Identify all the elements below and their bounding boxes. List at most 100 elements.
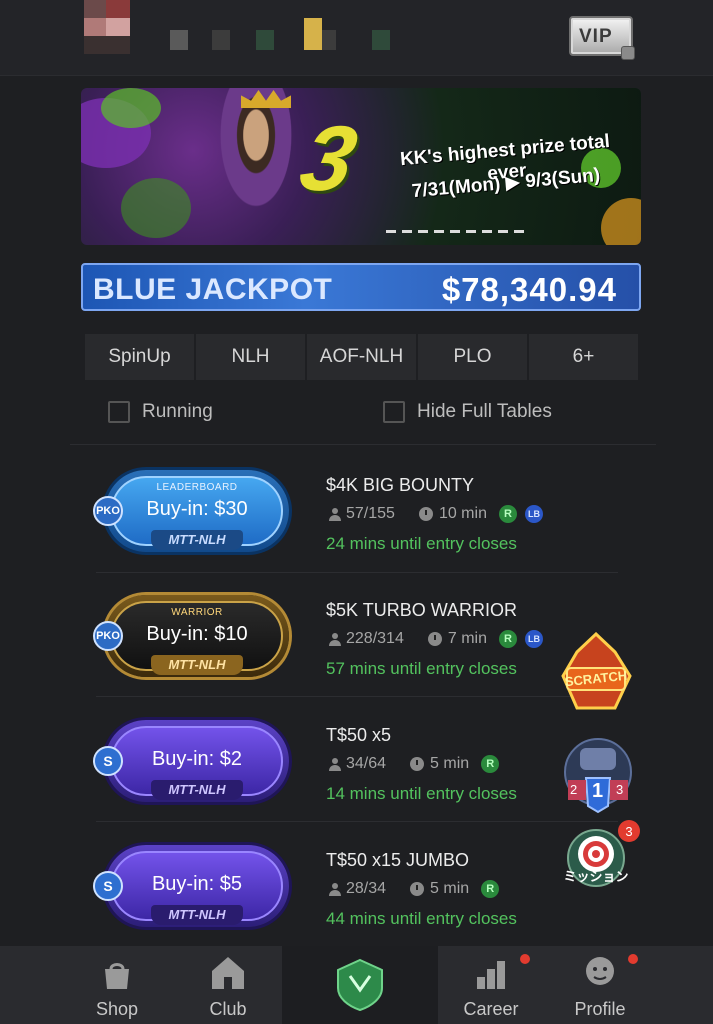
mission-icon[interactable]: ミッション 3: [558, 820, 642, 902]
tournament-title: $5K TURBO WARRIOR: [326, 600, 518, 620]
jackpot-label: BLUE JACKPOT: [93, 273, 333, 306]
running-label: Running: [142, 401, 213, 422]
tournament-meta: 34/64 5 min R: [328, 755, 500, 773]
tournament-title: $4K BIG BOUNTY: [326, 475, 475, 495]
clock-icon: [410, 882, 425, 896]
leaderboard-badge: LB: [524, 630, 543, 648]
username-blurred: [170, 18, 390, 50]
divider: [96, 572, 618, 573]
running-checkbox[interactable]: [108, 401, 130, 423]
banner-page-indicator: [386, 230, 524, 233]
divider: [70, 444, 656, 445]
tournament-title: T$50 x15 JUMBO: [326, 850, 470, 870]
tab-aof-nlh[interactable]: AOF-NLH: [307, 334, 416, 380]
tab-6plus[interactable]: 6+: [529, 334, 638, 380]
tab-spinup[interactable]: SpinUp: [85, 334, 194, 380]
player-icon: [329, 508, 341, 521]
running-filter[interactable]: Running: [108, 399, 213, 425]
vip-label: VIP: [579, 26, 613, 47]
leaderboard-tag: LEADERBOARD: [156, 482, 238, 493]
clock-icon: [418, 507, 433, 521]
buyin-label: Buy-in: $5: [151, 873, 243, 895]
level-duration: 5 min: [430, 880, 470, 897]
nav-profile-label: Profile: [574, 999, 626, 1019]
buyin-label: Buy-in: $2: [151, 748, 243, 770]
tournament-title: T$50 x5: [326, 725, 392, 745]
ranking-icon[interactable]: 2 1 3: [562, 738, 634, 814]
top-bar: VIP: [0, 0, 713, 76]
satellite-badge: S: [93, 871, 123, 901]
nav-home[interactable]: [282, 946, 438, 1024]
club-tent-icon: [212, 957, 244, 989]
warrior-tag: WARRIOR: [171, 607, 223, 618]
profile-icon: [586, 957, 614, 985]
player-count: 57/155: [346, 505, 395, 522]
tournament-row[interactable]: LEADERBOARD Buy-in: $30 MTT-NLH PKO $4K …: [0, 460, 713, 584]
player-icon: [329, 633, 341, 646]
nav-club[interactable]: Club: [174, 946, 282, 1024]
notification-dot: [520, 954, 530, 964]
buyin-button[interactable]: Buy-in: $2 MTT-NLH S: [93, 720, 289, 802]
game-type-label: MTT-NLH: [151, 780, 243, 800]
leaderboard-badge: LB: [524, 505, 543, 523]
nav-shop[interactable]: Shop: [60, 946, 174, 1024]
rebuy-badge: R: [498, 630, 517, 648]
shop-icon: [105, 963, 129, 989]
divider: [96, 821, 618, 822]
divider: [96, 696, 618, 697]
hide-full-tables-label: Hide Full Tables: [417, 401, 552, 422]
promo-banner[interactable]: 3 KK's highest prize total ever 7/31(Mon…: [81, 88, 641, 245]
player-count: 228/314: [346, 630, 404, 647]
mission-label: ミッション: [563, 869, 629, 884]
player-count: 34/64: [346, 755, 387, 772]
pko-badge: PKO: [93, 621, 123, 651]
buyin-label: Buy-in: $10: [146, 623, 248, 645]
career-icon: [477, 961, 505, 989]
hide-full-tables-checkbox[interactable]: [383, 401, 405, 423]
pko-badge: PKO: [93, 496, 123, 526]
tournament-meta: 57/155 10 min R LB: [328, 505, 543, 523]
player-count: 28/34: [346, 880, 387, 897]
buyin-label: Buy-in: $30: [146, 498, 248, 520]
clock-icon: [410, 757, 425, 771]
satellite-badge: S: [93, 746, 123, 776]
game-type-label: MTT-NLH: [151, 530, 243, 550]
nav-career[interactable]: Career: [438, 946, 544, 1024]
rebuy-badge: R: [498, 505, 517, 523]
tab-nlh[interactable]: NLH: [196, 334, 305, 380]
player-icon: [329, 758, 341, 771]
jackpot-amount: $78,340.94: [441, 271, 617, 308]
buyin-button[interactable]: WARRIOR Buy-in: $10 MTT-NLH PKO: [93, 595, 289, 677]
game-type-label: MTT-NLH: [151, 905, 243, 925]
rank-three: 3: [616, 782, 624, 797]
home-emblem-icon: [337, 958, 383, 1012]
player-icon: [329, 883, 341, 896]
game-type-label: MTT-NLH: [151, 655, 243, 675]
entry-closes-text: 57 mins until entry closes: [326, 659, 517, 678]
rank-two: 2: [570, 782, 578, 797]
level-duration: 7 min: [447, 630, 487, 647]
nav-shop-label: Shop: [95, 999, 139, 1019]
avatar[interactable]: [84, 0, 154, 60]
entry-closes-text: 44 mins until entry closes: [326, 909, 517, 928]
scratch-card-icon[interactable]: SCRATCH: [555, 631, 637, 716]
vip-button[interactable]: VIP: [569, 16, 635, 60]
game-type-tabs: SpinUp NLH AOF-NLH PLO 6+: [85, 334, 638, 380]
rebuy-badge: R: [481, 880, 500, 898]
tab-plo[interactable]: PLO: [418, 334, 527, 380]
hide-full-tables-filter[interactable]: Hide Full Tables: [383, 399, 552, 425]
nav-career-label: Career: [463, 999, 519, 1019]
entry-closes-text: 24 mins until entry closes: [326, 534, 517, 553]
level-duration: 10 min: [438, 505, 487, 522]
nav-club-label: Club: [209, 999, 247, 1019]
notification-dot: [628, 954, 638, 964]
buyin-button[interactable]: LEADERBOARD Buy-in: $30 MTT-NLH PKO: [93, 470, 289, 552]
lock-icon: [621, 46, 635, 60]
bottom-nav: Shop Club Career Profile: [0, 946, 713, 1024]
rank-one: 1: [592, 780, 604, 802]
king-character-image: [201, 88, 311, 245]
level-duration: 5 min: [430, 755, 470, 772]
buyin-button[interactable]: Buy-in: $5 MTT-NLH S: [93, 845, 289, 927]
nav-profile[interactable]: Profile: [544, 946, 656, 1024]
jackpot-bar[interactable]: BLUE JACKPOT $78,340.94: [81, 263, 641, 311]
